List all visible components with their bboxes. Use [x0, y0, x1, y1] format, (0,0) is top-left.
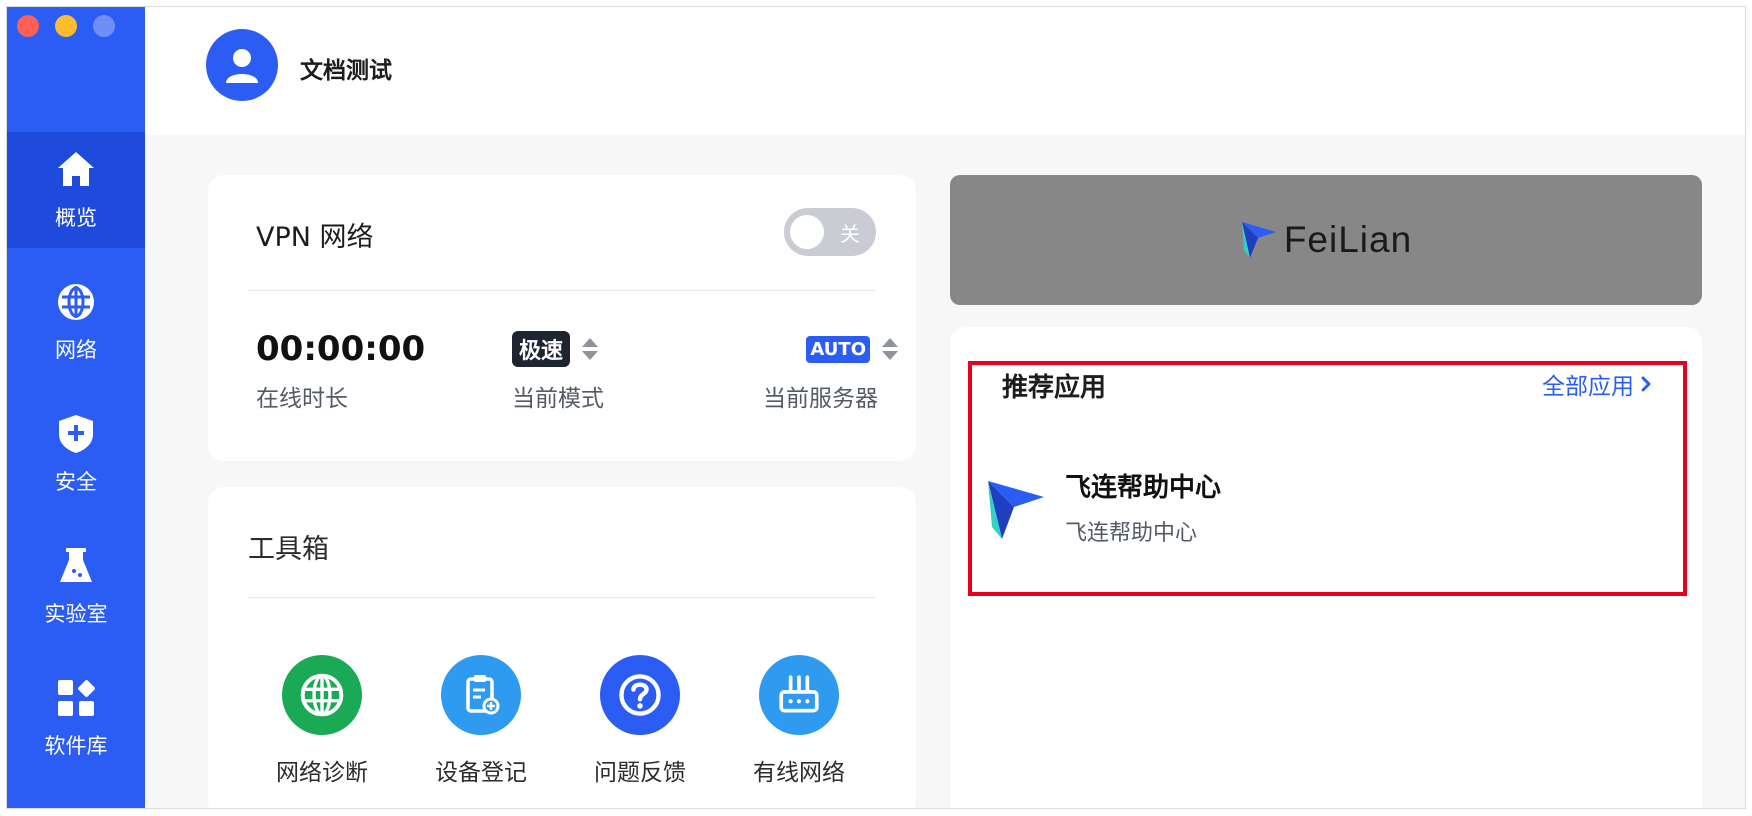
feilian-banner[interactable]: FeiLian [950, 175, 1702, 305]
vpn-card: VPN 网络 关 00:00:00 在线时长 极速 当前模式 AUTO 当前服务… [208, 175, 916, 461]
online-time-label: 在线时长 [256, 386, 348, 412]
tool-label: 网络诊断 [276, 760, 368, 786]
vpn-toggle[interactable]: 关 [784, 208, 876, 256]
globe-icon [58, 284, 94, 320]
divider [248, 290, 876, 291]
shield-icon [59, 415, 93, 453]
sidebar-item-label: 概览 [55, 206, 97, 230]
server-stat[interactable]: AUTO 当前服务器 [748, 327, 898, 413]
sidebar-item-software[interactable]: 软件库 [7, 660, 145, 776]
avatar[interactable] [206, 29, 278, 101]
clipboard-add-icon [466, 675, 500, 715]
sidebar-item-label: 安全 [55, 470, 97, 494]
server-label: 当前服务器 [763, 386, 878, 412]
home-icon [58, 152, 94, 186]
server-badge: AUTO [806, 335, 870, 363]
tool-label: 问题反馈 [594, 760, 686, 786]
toggle-knob [790, 215, 824, 249]
brand-logo: FeiLian [1240, 219, 1412, 261]
online-time-stat: 00:00:00 在线时长 [256, 327, 425, 413]
tool-feedback[interactable]: 问题反馈 [570, 655, 710, 787]
tool-device-registration[interactable]: 设备登记 [411, 655, 551, 787]
sidebar-item-label: 网络 [55, 338, 97, 362]
brand-text: FeiLian [1283, 219, 1413, 260]
sidebar-item-security[interactable]: 安全 [7, 396, 145, 512]
zoom-window-button[interactable] [93, 15, 115, 37]
sidebar-item-label: 软件库 [44, 734, 108, 758]
highlight-box [968, 361, 1687, 596]
sort-arrows-icon [882, 338, 898, 360]
app-window: 概览 网络 安全 实验室 软件库 文档测试 VPN 网络 关 00:00:00 … [6, 6, 1746, 809]
tool-label: 设备登记 [435, 760, 527, 786]
sidebar: 概览 网络 安全 实验室 软件库 [7, 7, 145, 808]
online-time-value: 00:00:00 [256, 329, 426, 369]
mode-badge: 极速 [512, 331, 571, 367]
mode-label: 当前模式 [512, 386, 604, 412]
globe-icon [300, 673, 344, 717]
sidebar-item-overview[interactable]: 概览 [7, 132, 145, 248]
sidebar-nav: 概览 网络 安全 实验室 软件库 [7, 132, 145, 792]
username: 文档测试 [300, 58, 392, 84]
question-icon [619, 674, 661, 716]
top-header: 文档测试 [145, 7, 1745, 135]
window-controls [17, 15, 115, 37]
router-icon [779, 675, 819, 713]
sidebar-item-network[interactable]: 网络 [7, 264, 145, 380]
close-window-button[interactable] [17, 15, 39, 37]
sidebar-item-label: 实验室 [44, 602, 108, 626]
toggle-label: 关 [840, 222, 860, 246]
sidebar-item-lab[interactable]: 实验室 [7, 528, 145, 644]
tool-network-diagnosis[interactable]: 网络诊断 [252, 655, 392, 787]
sort-arrows-icon [582, 338, 599, 360]
vpn-title: VPN 网络 [256, 222, 374, 253]
flask-icon [60, 548, 92, 582]
apps-grid-icon [58, 680, 95, 716]
divider [248, 597, 876, 598]
tool-wired-network[interactable]: 有线网络 [729, 655, 869, 787]
toolbox-card: 工具箱 网络诊断 设备登记 问题反馈 有线网络 [208, 487, 916, 808]
feilian-logo-icon [1241, 222, 1276, 258]
minimize-window-button[interactable] [55, 15, 77, 37]
user-icon [226, 49, 258, 83]
tool-label: 有线网络 [753, 760, 845, 786]
mode-stat[interactable]: 极速 当前模式 [512, 327, 604, 413]
toolbox-title: 工具箱 [248, 534, 329, 565]
